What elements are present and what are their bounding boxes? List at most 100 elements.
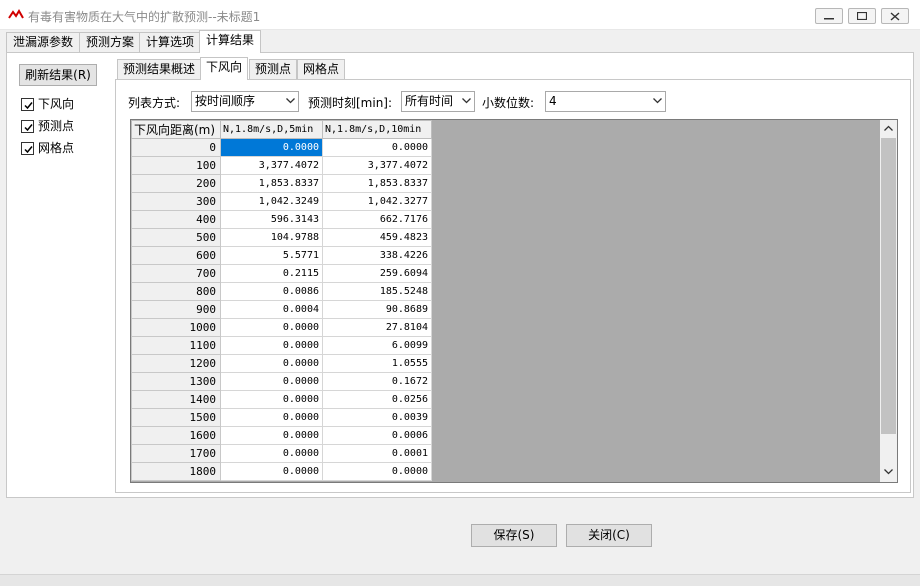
checkbox-grid-point[interactable]: 网格点 [21, 141, 74, 157]
row-header-cell[interactable]: 200 [131, 174, 221, 193]
row-header-cell[interactable]: 100 [131, 156, 221, 175]
list-mode-select[interactable]: 按时间顺序 [191, 91, 299, 112]
table-cell[interactable]: 0.2115 [220, 264, 323, 283]
table-cell[interactable]: 3,377.4072 [322, 156, 432, 175]
table-cell[interactable]: 596.3143 [220, 210, 323, 229]
results-grid[interactable]: 下风向距离(m) N,1.8m/s,D,5min N,1.8m/s,D,10mi… [130, 119, 898, 483]
table-cell[interactable]: 662.7176 [322, 210, 432, 229]
table-cell[interactable]: 259.6094 [322, 264, 432, 283]
table-cell[interactable]: 0.0000 [322, 462, 432, 481]
row-header-cell[interactable]: 1800 [131, 462, 221, 481]
table-cell[interactable]: 0.0000 [220, 138, 323, 157]
table-cell[interactable]: 5.5771 [220, 246, 323, 265]
tab-result-overview[interactable]: 预测结果概述 [117, 59, 202, 79]
tab-grid-points[interactable]: 网格点 [297, 59, 346, 79]
table-cell[interactable]: 185.5248 [322, 282, 432, 301]
table-cell[interactable]: 0.0000 [220, 354, 323, 373]
row-header-cell[interactable]: 1400 [131, 390, 221, 409]
table-cell[interactable]: 459.4823 [322, 228, 432, 247]
row-header-cell[interactable]: 700 [131, 264, 221, 283]
row-header-cell[interactable]: 400 [131, 210, 221, 229]
table-cell[interactable]: 104.9788 [220, 228, 323, 247]
column-header[interactable]: N,1.8m/s,D,5min [220, 120, 323, 139]
refresh-results-button[interactable]: 刷新结果(R) [19, 64, 97, 86]
checkbox-box[interactable] [21, 142, 34, 155]
table-cell[interactable]: 0.0004 [220, 300, 323, 319]
minimize-button[interactable] [815, 8, 843, 24]
table-cell[interactable]: 0.0000 [220, 408, 323, 427]
scroll-up-icon[interactable] [884, 125, 893, 131]
vertical-scrollbar[interactable] [880, 120, 897, 482]
decimals-label: 小数位数: [482, 96, 535, 110]
row-header-cell[interactable]: 1100 [131, 336, 221, 355]
checkbox-prediction-point[interactable]: 预测点 [21, 119, 74, 135]
table-cell[interactable]: 338.4226 [322, 246, 432, 265]
column-header[interactable]: N,1.8m/s,D,10min [322, 120, 432, 139]
table-cell[interactable]: 0.0086 [220, 282, 323, 301]
close-button[interactable]: 关闭(C) [566, 524, 652, 547]
scrollbar-thumb[interactable] [881, 138, 896, 434]
table-cell[interactable]: 0.0000 [220, 372, 323, 391]
checkbox-box[interactable] [21, 98, 34, 111]
decimals-select[interactable]: 4 [545, 91, 666, 112]
table-cell[interactable]: 0.0001 [322, 444, 432, 463]
table-row: 1100 0.0000 6.0099 [131, 336, 432, 355]
checkbox-box[interactable] [21, 120, 34, 133]
table-cell[interactable]: 0.0000 [220, 336, 323, 355]
table-cell[interactable]: 0.0000 [220, 426, 323, 445]
row-header-cell[interactable]: 500 [131, 228, 221, 247]
table-cell[interactable]: 0.0000 [220, 444, 323, 463]
table-cell[interactable]: 90.8689 [322, 300, 432, 319]
table-cell[interactable]: 1,853.8337 [220, 174, 323, 193]
table-cell[interactable]: 1.0555 [322, 354, 432, 373]
row-header-cell[interactable]: 900 [131, 300, 221, 319]
tab-prediction-plan[interactable]: 预测方案 [79, 32, 142, 52]
table-row: 900 0.0004 90.8689 [131, 300, 432, 319]
table-cell[interactable]: 0.0006 [322, 426, 432, 445]
row-header-cell[interactable]: 1600 [131, 426, 221, 445]
table-cell[interactable]: 6.0099 [322, 336, 432, 355]
table-cell[interactable]: 1,042.3277 [322, 192, 432, 211]
table-cell[interactable]: 0.0000 [322, 138, 432, 157]
column-header[interactable]: 下风向距离(m) [131, 120, 221, 139]
save-button[interactable]: 保存(S) [471, 524, 557, 547]
table-cell[interactable]: 0.0256 [322, 390, 432, 409]
table-cell[interactable]: 1,042.3249 [220, 192, 323, 211]
row-header-cell[interactable]: 800 [131, 282, 221, 301]
row-header-cell[interactable]: 1000 [131, 318, 221, 337]
table-row: 1300 0.0000 0.1672 [131, 372, 432, 391]
table-row: 1500 0.0000 0.0039 [131, 408, 432, 427]
checkbox-label: 下风向 [38, 97, 75, 111]
maximize-button[interactable] [848, 8, 876, 24]
table-cell[interactable]: 0.0000 [220, 318, 323, 337]
table-cell[interactable]: 0.0000 [220, 390, 323, 409]
checkbox-downwind[interactable]: 下风向 [21, 97, 74, 113]
table-cell[interactable]: 27.8104 [322, 318, 432, 337]
chevron-down-icon [462, 98, 471, 104]
table-cell[interactable]: 0.0000 [220, 462, 323, 481]
row-header-cell[interactable]: 1300 [131, 372, 221, 391]
row-header-cell[interactable]: 600 [131, 246, 221, 265]
row-header-cell[interactable]: 0 [131, 138, 221, 157]
row-header-cell[interactable]: 1200 [131, 354, 221, 373]
table-cell[interactable]: 1,853.8337 [322, 174, 432, 193]
table-cell[interactable]: 3,377.4072 [220, 156, 323, 175]
time-select[interactable]: 所有时间 [401, 91, 475, 112]
table-cell[interactable]: 0.0039 [322, 408, 432, 427]
tab-leak-source[interactable]: 泄漏源参数 [6, 32, 81, 52]
close-window-button[interactable] [881, 8, 909, 24]
time-value: 所有时间 [405, 94, 454, 108]
row-header-cell[interactable]: 1700 [131, 444, 221, 463]
table-row: 0 0.0000 0.0000 [131, 138, 432, 157]
row-header-cell[interactable]: 1500 [131, 408, 221, 427]
tab-calc-results[interactable]: 计算结果 [199, 30, 262, 53]
table-row: 500 104.9788 459.4823 [131, 228, 432, 247]
tab-downwind[interactable]: 下风向 [200, 57, 249, 80]
results-table: 下风向距离(m) N,1.8m/s,D,5min N,1.8m/s,D,10mi… [131, 120, 432, 481]
scroll-down-icon[interactable] [884, 469, 893, 475]
tab-prediction-points[interactable]: 预测点 [249, 59, 298, 79]
results-panel: 刷新结果(R) 下风向 预测点 网格点 预测结果概述 下风向 预测点 网格点 列… [6, 52, 914, 498]
tab-calc-options[interactable]: 计算选项 [139, 32, 202, 52]
row-header-cell[interactable]: 300 [131, 192, 221, 211]
table-cell[interactable]: 0.1672 [322, 372, 432, 391]
